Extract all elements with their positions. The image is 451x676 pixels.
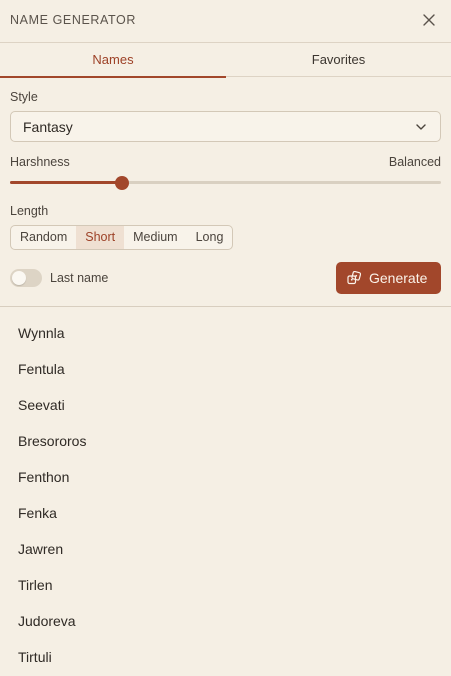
name-item[interactable]: Fenka (0, 495, 451, 531)
last-name-label: Last name (50, 271, 109, 285)
divider (0, 306, 451, 307)
slider-thumb[interactable] (115, 176, 129, 190)
style-label: Style (10, 90, 38, 104)
length-option-short[interactable]: Short (76, 226, 125, 249)
dice-icon (347, 271, 361, 285)
tab-bar: Names Favorites (0, 43, 451, 78)
name-item[interactable]: Bresororos (0, 423, 451, 459)
harshness-value: Balanced (388, 155, 441, 169)
style-select[interactable]: Fantasy (10, 111, 441, 142)
name-item[interactable]: Tirtuli (0, 639, 451, 675)
close-button[interactable] (421, 12, 437, 28)
length-option-random[interactable]: Random (11, 226, 76, 249)
names-list: Wynnla Fentula Seevati Bresororos Fentho… (0, 315, 451, 675)
name-item[interactable]: Seevati (0, 387, 451, 423)
harshness-slider[interactable] (10, 173, 441, 193)
tab-names[interactable]: Names (0, 43, 226, 78)
tab-favorites[interactable]: Favorites (226, 43, 451, 77)
length-label: Length (10, 204, 49, 218)
chevron-down-icon (416, 124, 426, 130)
close-icon (423, 14, 435, 26)
panel-title: NAME GENERATOR (10, 13, 137, 27)
generate-button[interactable]: Generate (336, 262, 441, 294)
length-option-long[interactable]: Long (187, 226, 233, 249)
length-segmented-control: Random Short Medium Long (10, 225, 234, 250)
name-item[interactable]: Wynnla (0, 315, 451, 351)
panel-header: NAME GENERATOR (0, 0, 451, 43)
name-item[interactable]: Fentula (0, 351, 451, 387)
name-item[interactable]: Tirlen (0, 567, 451, 603)
length-option-medium[interactable]: Medium (124, 226, 186, 249)
generate-label: Generate (369, 270, 428, 286)
name-item[interactable]: Jawren (0, 531, 451, 567)
harshness-label: Harshness (10, 155, 70, 169)
slider-fill (10, 181, 122, 184)
toggle-knob (12, 271, 26, 285)
name-generator-panel: NAME GENERATOR Names Favorites Style Fan… (0, 0, 451, 676)
style-select-value: Fantasy (23, 119, 73, 135)
name-item[interactable]: Fenthon (0, 459, 451, 495)
name-item[interactable]: Judoreva (0, 603, 451, 639)
last-name-toggle[interactable] (10, 269, 42, 287)
